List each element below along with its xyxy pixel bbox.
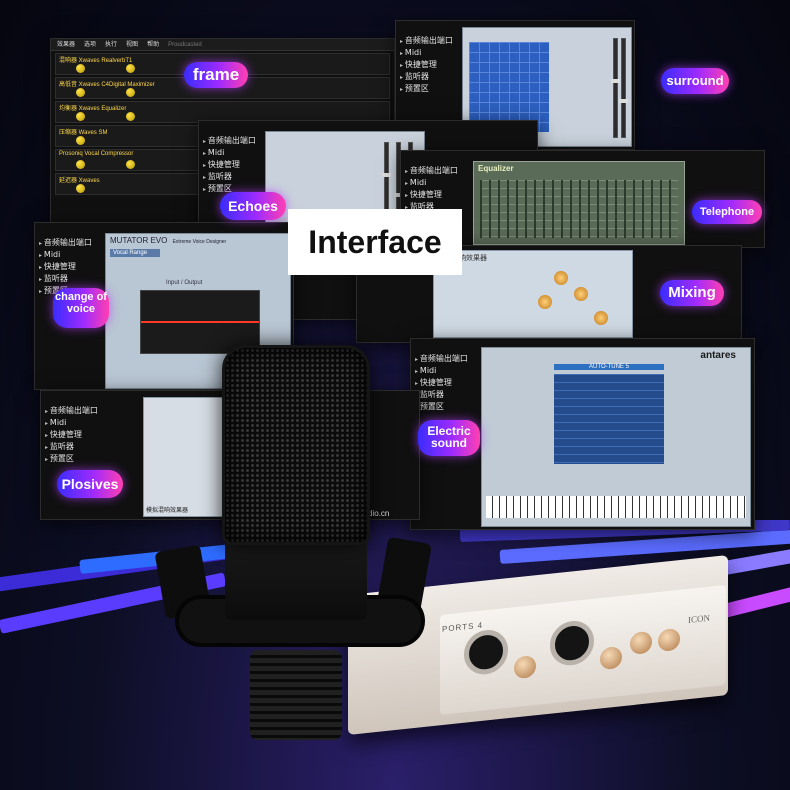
knob-icon[interactable] xyxy=(76,160,85,169)
mutator-header: MUTATOR EVO Extreme Voice Designer xyxy=(106,234,290,247)
mixing-title: 模拟混响效果器 xyxy=(438,255,487,262)
menu-run[interactable]: 执行 xyxy=(105,39,117,50)
label-echoes: Echoes xyxy=(220,192,286,220)
menu-item[interactable]: Midi xyxy=(41,417,133,429)
mutator-subtitle: Extreme Voice Designer xyxy=(172,239,227,245)
volume-knob[interactable] xyxy=(658,627,680,653)
label-mixing: Mixing xyxy=(660,280,724,306)
label-frame: frame xyxy=(184,62,248,88)
equalizer-title: Equalizer xyxy=(478,164,514,173)
xlr-input-1[interactable] xyxy=(464,627,508,677)
fader[interactable] xyxy=(619,38,628,138)
equalizer-bands[interactable] xyxy=(480,180,678,238)
volume-knob[interactable] xyxy=(630,630,652,656)
knob-icon[interactable] xyxy=(126,88,135,97)
knob-icon[interactable] xyxy=(574,287,588,301)
equalizer-panel: Equalizer xyxy=(473,161,685,245)
menu-help[interactable]: 帮助 xyxy=(147,39,159,50)
sidebar-menu: 音频输出端口 Midi 快捷管理 监听器 预置区 xyxy=(41,405,133,465)
autotune-panel: antares AUTO-TUNE 5 xyxy=(481,347,751,527)
fader[interactable] xyxy=(611,38,620,138)
autotune-title: AUTO-TUNE 5 xyxy=(554,364,664,370)
mic-thread xyxy=(250,650,342,740)
plugin-host-menubar: 效果器 选项 执行 视图 帮助 Proudcasted xyxy=(51,39,394,51)
knob-icon[interactable] xyxy=(126,160,135,169)
knob-icon[interactable] xyxy=(76,112,85,121)
autotune-display xyxy=(554,374,664,464)
knob-icon[interactable] xyxy=(594,311,608,325)
knob-icon[interactable] xyxy=(76,136,85,145)
menu-item[interactable]: 监听器 xyxy=(41,441,133,453)
interface-heading: Interface xyxy=(288,209,462,275)
menu-item[interactable]: 预置区 xyxy=(41,453,133,465)
surround-pad[interactable] xyxy=(469,42,549,132)
mixer-panel: 模拟混响效果器 xyxy=(143,397,233,517)
menu-options[interactable]: 选项 xyxy=(84,39,96,50)
knob-icon[interactable] xyxy=(126,112,135,121)
microphone-grille xyxy=(222,345,370,545)
vocal-range-label: Vocal Range xyxy=(110,249,160,257)
knob-icon[interactable] xyxy=(126,64,135,73)
label-electric-sound: Electric sound xyxy=(418,420,480,456)
menu-view[interactable]: 视图 xyxy=(126,39,138,50)
label-plosives: Plosives xyxy=(57,470,123,498)
plugin-row-title: 均衡器 Xwaves Equalizer xyxy=(59,106,127,112)
gain-knob[interactable] xyxy=(514,654,536,680)
knob-icon[interactable] xyxy=(554,271,568,285)
xlr-input-2[interactable] xyxy=(550,618,594,668)
label-change-of-voice: change of voice xyxy=(53,288,109,328)
label-surround: surround xyxy=(661,68,729,94)
gain-knob[interactable] xyxy=(600,645,622,671)
knob-icon[interactable] xyxy=(76,184,85,193)
mixing-panel: 模拟混响效果器 xyxy=(433,250,633,338)
knob-icon[interactable] xyxy=(76,64,85,73)
menu-effects[interactable]: 效果器 xyxy=(57,39,75,50)
knob-icon[interactable] xyxy=(538,295,552,309)
mutator-title: MUTATOR EVO xyxy=(110,236,168,245)
knob-icon[interactable] xyxy=(76,88,85,97)
label-telephone: Telephone xyxy=(692,200,762,224)
mixer-title: 模拟混响效果器 xyxy=(146,508,189,514)
io-label: Input / Output xyxy=(166,280,203,286)
device-brand: ICON xyxy=(688,612,710,625)
menu-broadcast[interactable]: Proudcasted xyxy=(168,39,202,50)
menu-item[interactable]: 音频输出端口 xyxy=(41,405,133,417)
piano-keyboard[interactable] xyxy=(486,496,746,518)
product-banner: 效果器 选项 执行 视图 帮助 Proudcasted 混响器 Xwaves R… xyxy=(0,0,790,790)
mixer-url: dio.cn xyxy=(368,509,390,518)
menu-item[interactable]: 快捷管理 xyxy=(41,429,133,441)
autotune-brand: antares xyxy=(700,350,736,361)
